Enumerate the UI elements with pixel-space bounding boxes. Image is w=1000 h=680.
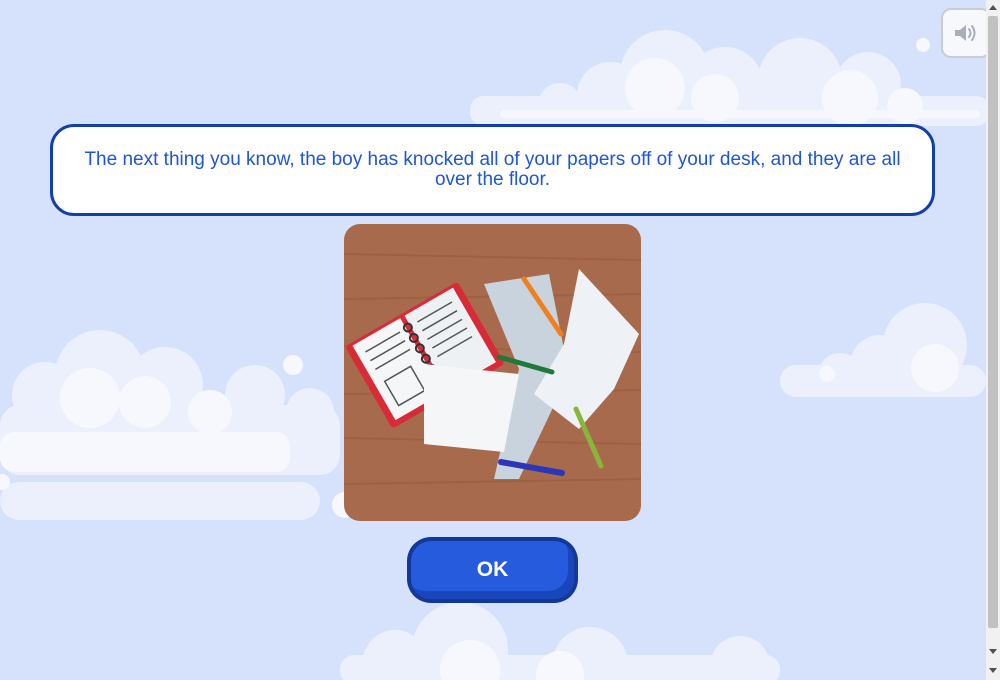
ok-button-label: OK: [411, 541, 574, 599]
scattered-papers-illustration: [344, 224, 641, 521]
sound-toggle-button[interactable]: [941, 8, 991, 58]
scroll-down-arrow-icon[interactable]: [989, 649, 997, 654]
story-dialog: The next thing you know, the boy has kno…: [50, 124, 935, 216]
scrollbar-thumb[interactable]: [988, 16, 998, 628]
vertical-scrollbar[interactable]: [986, 0, 1000, 680]
story-message: The next thing you know, the boy has kno…: [84, 149, 901, 190]
speaker-volume-icon: [955, 25, 976, 41]
scroll-up-arrow-icon[interactable]: [989, 5, 997, 10]
ok-button[interactable]: OK: [407, 537, 578, 603]
scroll-down-arrow-icon-2[interactable]: [989, 668, 997, 673]
